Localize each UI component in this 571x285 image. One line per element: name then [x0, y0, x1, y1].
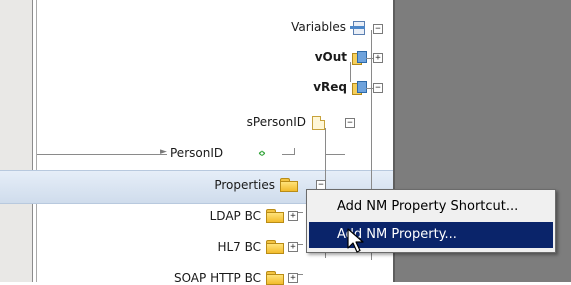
- mapping-arrow-icon: ‹›: [258, 146, 266, 160]
- tree-node-label: vReq: [313, 80, 347, 94]
- variable-icon: [352, 81, 367, 95]
- mapping-arrowhead-icon: ►: [160, 147, 167, 157]
- tree-node-label: Properties: [214, 178, 275, 192]
- variables-icon: [350, 21, 366, 35]
- menu-item-label: Add NM Property Shortcut...: [337, 199, 519, 214]
- tree-node-personid[interactable]: PersonID: [170, 146, 223, 160]
- tree-connector: [282, 154, 294, 155]
- folder-icon: [266, 240, 284, 254]
- collapse-toggle[interactable]: −: [373, 83, 383, 93]
- tree-node-vout[interactable]: vOut: [87, 50, 347, 64]
- tree-connector: [350, 62, 351, 82]
- folder-icon: [266, 209, 284, 223]
- tree-node-soap-http-bc[interactable]: SOAP HTTP BC: [1, 271, 261, 285]
- tree-node-label: Variables: [291, 20, 346, 34]
- tree-node-ldap-bc[interactable]: LDAP BC: [1, 209, 261, 223]
- expand-toggle[interactable]: +: [288, 211, 298, 221]
- part-icon: [312, 116, 325, 130]
- tree-node-vreq[interactable]: vReq: [87, 80, 347, 94]
- menu-item-add-nm-property[interactable]: Add NM Property...: [309, 222, 553, 248]
- tree-node-label: PersonID: [170, 146, 224, 160]
- collapse-toggle[interactable]: −: [373, 24, 383, 34]
- menu-item-add-nm-property-shortcut[interactable]: Add NM Property Shortcut...: [309, 194, 553, 220]
- tree-node-label: vOut: [314, 50, 347, 64]
- folder-icon: [266, 271, 284, 285]
- tree-node-properties[interactable]: Properties: [15, 178, 275, 192]
- tree-node-spersonid[interactable]: sPersonID: [46, 115, 306, 129]
- variable-icon: [352, 51, 367, 65]
- expand-toggle[interactable]: +: [288, 242, 298, 252]
- context-menu: Add NM Property Shortcut... Add NM Prope…: [306, 189, 556, 253]
- tree-node-label: SOAP HTTP BC: [173, 271, 261, 285]
- tree-connector: [325, 154, 345, 155]
- tree-node-label: sPersonID: [246, 115, 306, 129]
- mouse-cursor-icon: [347, 228, 364, 253]
- collapse-toggle[interactable]: −: [345, 118, 355, 128]
- tree-node-variables[interactable]: Variables: [86, 20, 346, 34]
- tree-node-label: LDAP BC: [209, 209, 261, 223]
- tree-node-label: HL7 BC: [217, 240, 261, 254]
- folder-icon: [280, 178, 298, 192]
- tree-connector: [294, 148, 295, 155]
- tree-node-hl7-bc[interactable]: HL7 BC: [1, 240, 261, 254]
- expand-toggle[interactable]: +: [373, 53, 383, 63]
- mapping-line: [37, 154, 167, 155]
